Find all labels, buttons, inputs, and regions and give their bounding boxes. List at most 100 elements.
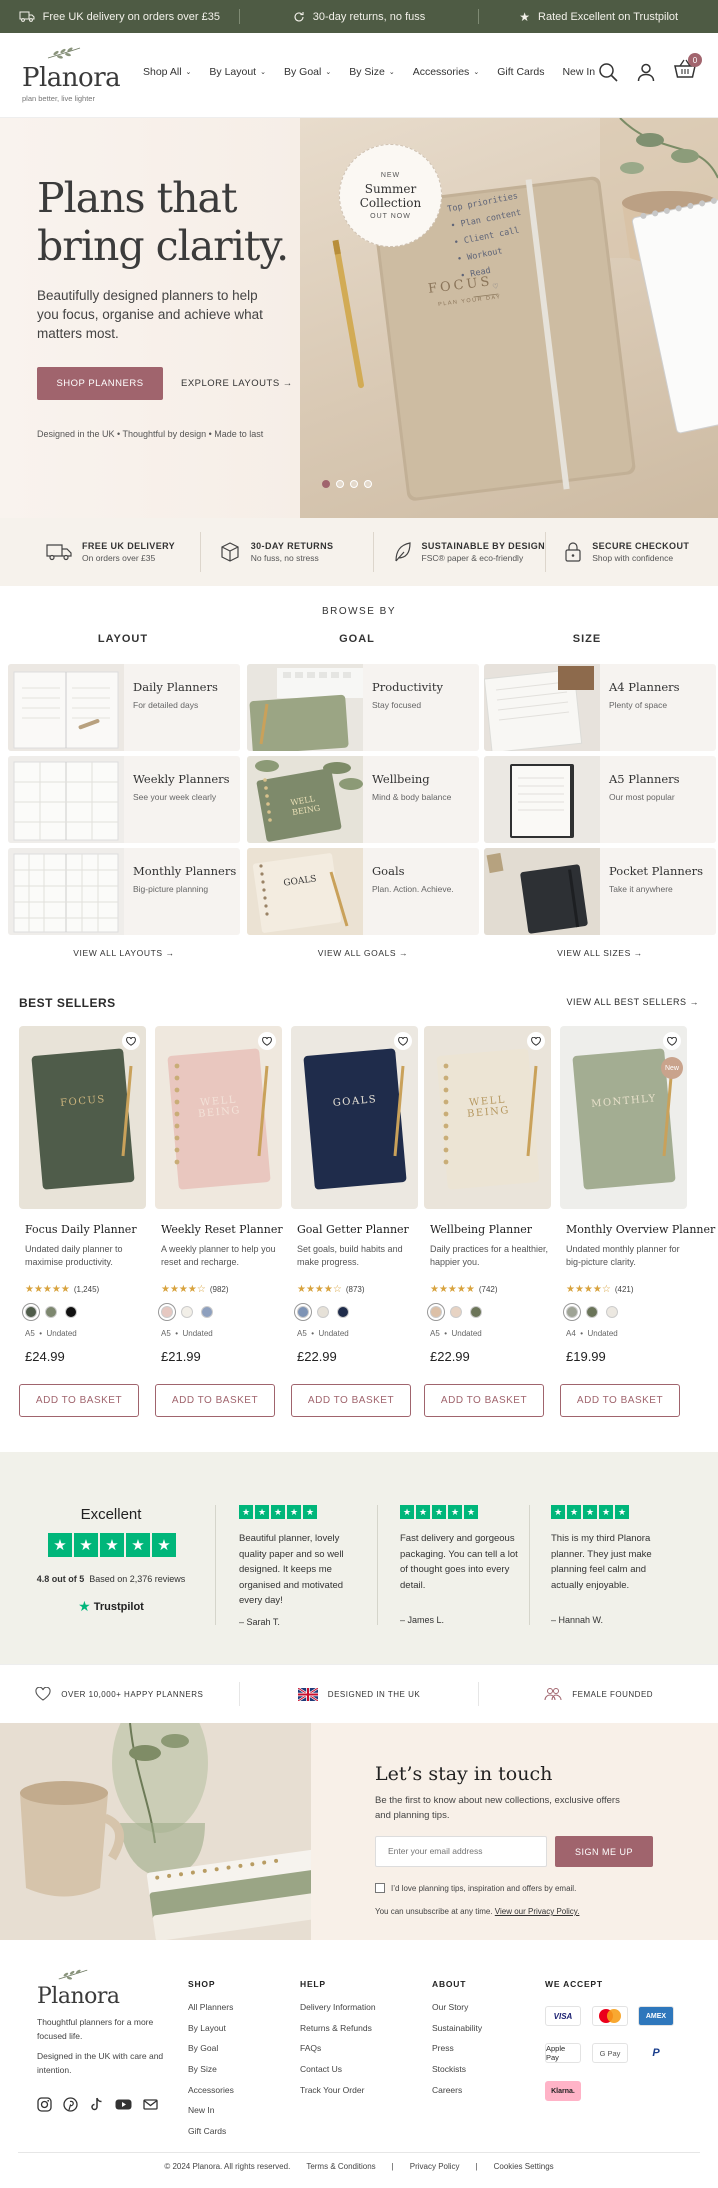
product-image[interactable]: MONTHLY New xyxy=(560,1026,687,1209)
nav-accessories[interactable]: Accessories ⌄ xyxy=(413,66,479,78)
carousel-dot[interactable] xyxy=(350,480,358,488)
shop-planners-button[interactable]: SHOP PLANNERS xyxy=(37,367,163,400)
product-card[interactable]: FOCUS Focus Daily Planner Undated daily pl… xyxy=(19,1026,146,1364)
footer-link[interactable]: Press xyxy=(432,2043,482,2053)
footer-link[interactable]: Delivery Information xyxy=(300,2002,376,2012)
browse-tile-wellbeing[interactable]: WELL BEING Wellbeing Mind & body balance xyxy=(247,756,479,843)
browse-tile-daily[interactable]: Daily Planners For detailed days xyxy=(8,664,240,751)
wishlist-button[interactable] xyxy=(394,1032,412,1050)
cart-button[interactable]: 0 xyxy=(674,53,702,84)
color-swatch[interactable] xyxy=(337,1306,349,1318)
product-image[interactable]: WELL BEING xyxy=(424,1026,551,1209)
product-card[interactable]: MONTHLY New Monthly Overview Planner Undate… xyxy=(560,1026,715,1364)
marketing-consent[interactable]: I’d love planning tips, inspiration and … xyxy=(375,1883,576,1893)
instagram-icon[interactable] xyxy=(37,2097,52,2112)
add-to-basket-button[interactable]: ADD TO BASKET xyxy=(155,1384,275,1417)
footer-link[interactable]: FAQs xyxy=(300,2043,376,2053)
wishlist-button[interactable] xyxy=(122,1032,140,1050)
color-swatch[interactable] xyxy=(317,1306,329,1318)
sign-up-button[interactable]: SIGN ME UP xyxy=(555,1836,653,1867)
add-to-basket-button[interactable]: ADD TO BASKET xyxy=(424,1384,544,1417)
footer-link[interactable]: Contact Us xyxy=(300,2064,376,2074)
footer-link[interactable]: Careers xyxy=(432,2085,482,2095)
nav-gift-cards[interactable]: Gift Cards xyxy=(497,66,544,78)
color-swatch[interactable] xyxy=(45,1306,57,1318)
trustpilot-logo[interactable]: ★ Trustpilot xyxy=(0,1598,222,1615)
footer-link[interactable]: By Layout xyxy=(188,2023,234,2033)
product-card[interactable]: WELL BEING Weekly Reset Planner A weekly p… xyxy=(155,1026,283,1364)
footer-link[interactable]: Our Story xyxy=(432,2002,482,2012)
explore-layouts-link[interactable]: EXPLORE LAYOUTS → xyxy=(181,378,293,389)
tiktok-icon[interactable] xyxy=(89,2097,104,2112)
color-swatch[interactable] xyxy=(470,1306,482,1318)
product-image[interactable]: WELL BEING xyxy=(155,1026,282,1209)
footer-link[interactable]: Stockists xyxy=(432,2064,482,2074)
color-swatch[interactable] xyxy=(161,1306,173,1318)
add-to-basket-button[interactable]: ADD TO BASKET xyxy=(560,1384,680,1417)
legal-link-terms[interactable]: Terms & Conditions xyxy=(306,2162,375,2171)
nav-shop-all[interactable]: Shop All ⌄ xyxy=(143,66,191,78)
pinterest-icon[interactable] xyxy=(63,2097,78,2112)
carousel-dot[interactable] xyxy=(364,480,372,488)
wishlist-button[interactable] xyxy=(663,1032,681,1050)
privacy-policy-link[interactable]: View our Privacy Policy. xyxy=(495,1907,580,1916)
color-swatch[interactable] xyxy=(430,1306,442,1318)
browse-tile-goals[interactable]: GOALS Goals Plan. Action. Achieve. xyxy=(247,848,479,935)
color-swatch[interactable] xyxy=(65,1306,77,1318)
footer-link[interactable]: Returns & Refunds xyxy=(300,2023,376,2033)
product-card[interactable]: GOALS Goal Getter Planner Set goals, build… xyxy=(291,1026,418,1364)
browse-tile-pocket[interactable]: Pocket Planners Take it anywhere xyxy=(484,848,716,935)
footer-link[interactable]: Accessories xyxy=(188,2085,234,2095)
consent-checkbox[interactable] xyxy=(375,1883,385,1893)
add-to-basket-button[interactable]: ADD TO BASKET xyxy=(291,1384,411,1417)
product-image[interactable]: GOALS xyxy=(291,1026,418,1209)
browse-tile-weekly[interactable]: Weekly Planners See your week clearly xyxy=(8,756,240,843)
view-all-goals-link[interactable]: VIEW ALL GOALS → xyxy=(247,948,479,958)
legal-link-cookies[interactable]: Cookies Settings xyxy=(494,2162,554,2171)
nav-by-size[interactable]: By Size ⌄ xyxy=(349,66,394,78)
browse-tile-monthly[interactable]: Monthly Planners Big-picture planning xyxy=(8,848,240,935)
footer-logo[interactable]: Planora xyxy=(37,1968,120,2009)
wishlist-button[interactable] xyxy=(527,1032,545,1050)
browse-tile-a5[interactable]: A5 Planners Our most popular xyxy=(484,756,716,843)
footer-link[interactable]: All Planners xyxy=(188,2002,234,2012)
view-all-best-sellers-link[interactable]: VIEW ALL BEST SELLERS → xyxy=(566,997,699,1007)
nav-new-in[interactable]: New In xyxy=(562,66,595,78)
wishlist-button[interactable] xyxy=(258,1032,276,1050)
footer-link[interactable]: Sustainability xyxy=(432,2023,482,2033)
color-swatch[interactable] xyxy=(566,1306,578,1318)
color-swatch[interactable] xyxy=(297,1306,309,1318)
footer-link[interactable]: New In xyxy=(188,2105,234,2115)
carousel-dot[interactable] xyxy=(336,480,344,488)
product-name[interactable]: Wellbeing Planner xyxy=(430,1223,551,1236)
carousel-dot[interactable] xyxy=(322,480,330,488)
footer-link[interactable]: By Size xyxy=(188,2064,234,2074)
color-swatch[interactable] xyxy=(450,1306,462,1318)
product-image[interactable]: FOCUS xyxy=(19,1026,146,1209)
nav-by-layout[interactable]: By Layout ⌄ xyxy=(209,66,266,78)
product-name[interactable]: Weekly Reset Planner xyxy=(161,1223,283,1236)
account-icon[interactable] xyxy=(636,62,656,82)
color-swatch[interactable] xyxy=(181,1306,193,1318)
view-all-sizes-link[interactable]: VIEW ALL SIZES → xyxy=(484,948,716,958)
product-name[interactable]: Monthly Overview Planner xyxy=(566,1223,715,1236)
email-icon[interactable] xyxy=(143,2097,158,2112)
browse-tile-productivity[interactable]: Productivity Stay focused xyxy=(247,664,479,751)
color-swatch[interactable] xyxy=(201,1306,213,1318)
footer-link[interactable]: Gift Cards xyxy=(188,2126,234,2136)
youtube-icon[interactable] xyxy=(115,2097,132,2112)
email-field[interactable] xyxy=(375,1836,547,1867)
color-swatch[interactable] xyxy=(606,1306,618,1318)
footer-link[interactable]: Track Your Order xyxy=(300,2085,376,2095)
logo[interactable]: Planora plan better, live lighter xyxy=(22,47,121,103)
color-swatch[interactable] xyxy=(586,1306,598,1318)
product-card[interactable]: WELL BEING Wellbeing Planner Daily practic… xyxy=(424,1026,551,1364)
search-icon[interactable] xyxy=(598,62,618,82)
browse-tile-a4[interactable]: A4 Planners Plenty of space xyxy=(484,664,716,751)
view-all-layouts-link[interactable]: VIEW ALL LAYOUTS → xyxy=(8,948,240,958)
nav-by-goal[interactable]: By Goal ⌄ xyxy=(284,66,331,78)
product-name[interactable]: Focus Daily Planner xyxy=(25,1223,146,1236)
color-swatch[interactable] xyxy=(25,1306,37,1318)
legal-link-privacy[interactable]: Privacy Policy xyxy=(410,2162,460,2171)
product-name[interactable]: Goal Getter Planner xyxy=(297,1223,418,1236)
